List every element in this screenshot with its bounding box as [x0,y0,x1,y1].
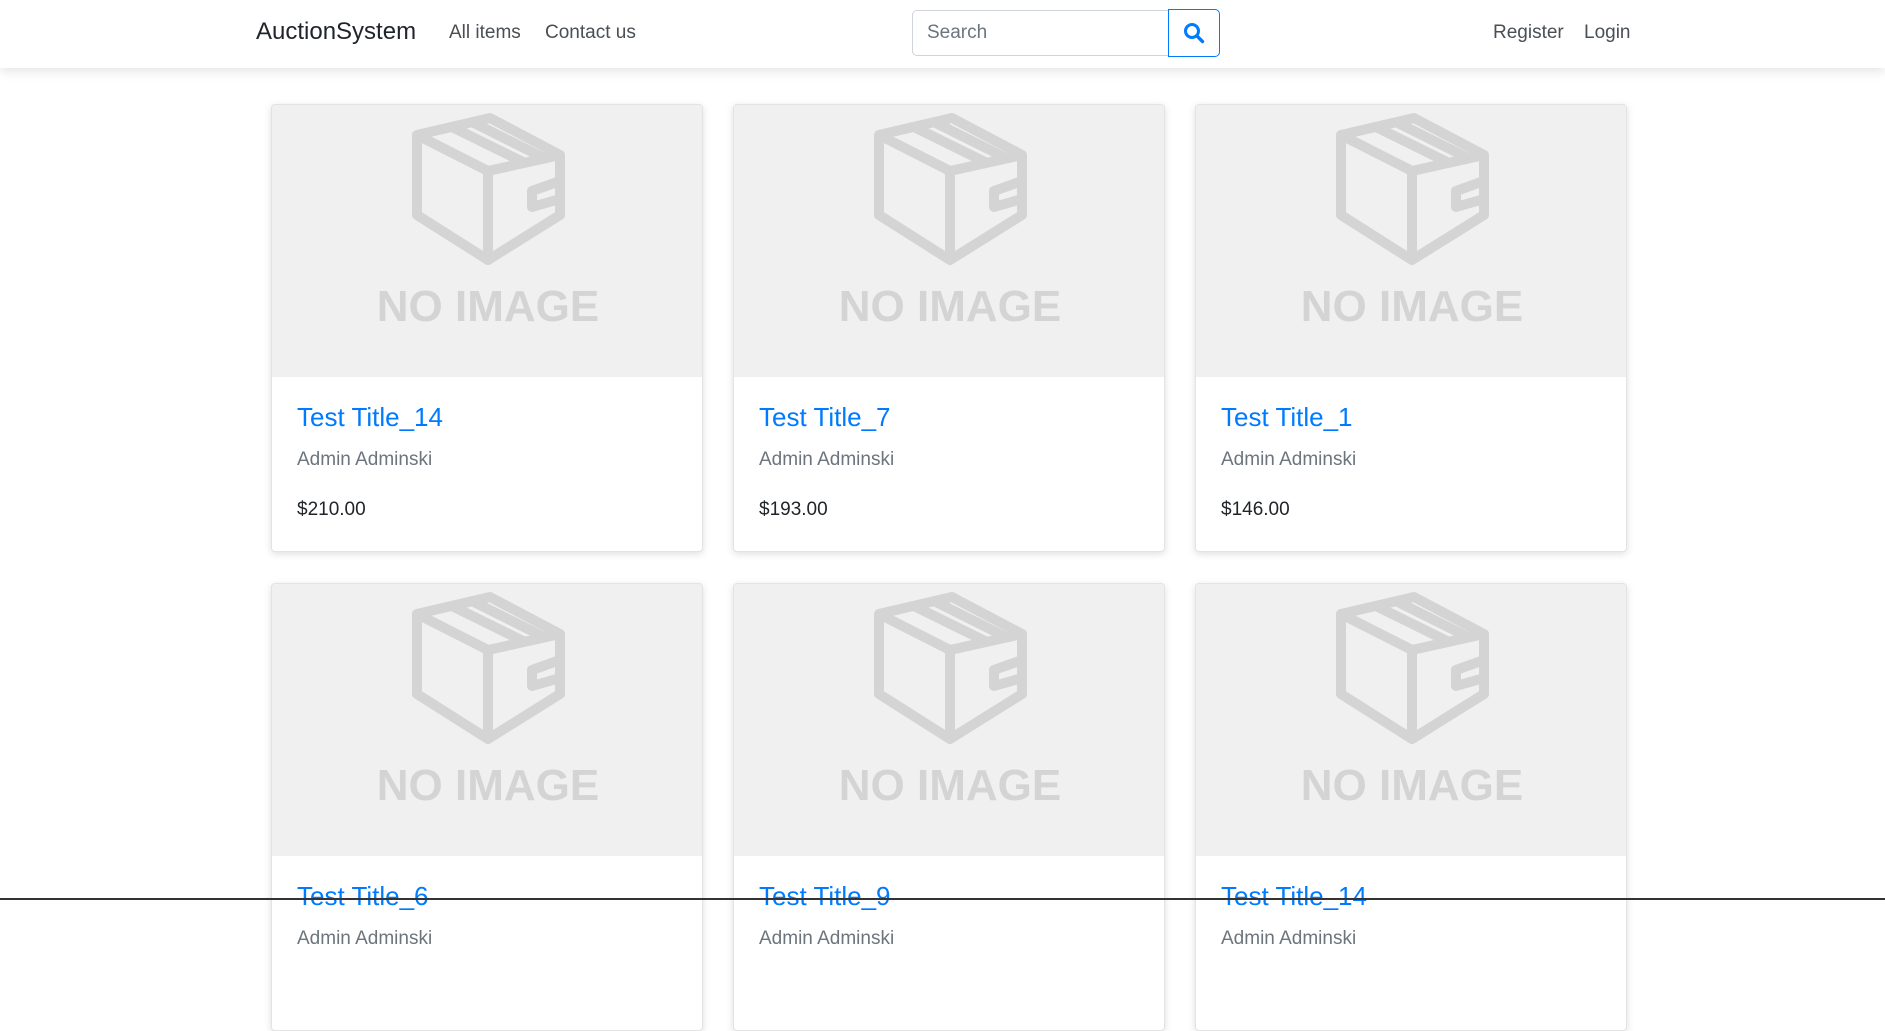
item-seller: Admin Adminski [759,449,895,470]
item-seller: Admin Adminski [1221,928,1357,949]
no-image-placeholder: NO IMAGE [1301,592,1523,810]
item-card[interactable]: NO IMAGE Test Title_1 Admin Adminski $14… [1195,104,1627,552]
item-image[interactable]: NO IMAGE [1196,584,1626,856]
item-image[interactable]: NO IMAGE [272,105,702,377]
item-seller: Admin Adminski [297,928,433,949]
item-seller: Admin Adminski [759,928,895,949]
item-image[interactable]: NO IMAGE [734,584,1164,856]
item-title-link[interactable]: Test Title_1 [1221,401,1601,433]
item-title-link[interactable]: Test Title_9 [759,880,1139,912]
item-image[interactable]: NO IMAGE [272,584,702,856]
box-icon [874,592,1027,744]
item-title-link[interactable]: Test Title_14 [297,401,677,433]
search-input[interactable] [912,10,1168,56]
no-image-label: NO IMAGE [1301,761,1523,810]
item-title-link[interactable]: Test Title_6 [297,880,677,912]
item-title-link[interactable]: Test Title_7 [759,401,1139,433]
no-image-label: NO IMAGE [839,282,1061,331]
no-image-placeholder: NO IMAGE [839,592,1061,810]
item-card[interactable]: NO IMAGE Test Title_14 Admin Adminski [1195,583,1627,1031]
no-image-placeholder: NO IMAGE [1301,113,1523,331]
item-price: $193.00 [759,499,828,520]
search-icon [1184,23,1205,44]
no-image-label: NO IMAGE [1301,282,1523,331]
no-image-label: NO IMAGE [839,761,1061,810]
item-card[interactable]: NO IMAGE Test Title_14 Admin Adminski $2… [271,104,703,552]
nav-login[interactable]: Login [1584,22,1631,44]
box-icon [1336,592,1489,744]
no-image-placeholder: NO IMAGE [839,113,1061,331]
item-card[interactable]: NO IMAGE Test Title_6 Admin Adminski [271,583,703,1031]
top-navbar: AuctionSystem All items Contact us Regis… [0,0,1885,68]
box-icon [874,113,1027,265]
item-image[interactable]: NO IMAGE [1196,105,1626,377]
no-image-placeholder: NO IMAGE [377,113,599,331]
item-image[interactable]: NO IMAGE [734,105,1164,377]
box-icon [1336,113,1489,265]
item-seller: Admin Adminski [297,449,433,470]
no-image-label: NO IMAGE [377,282,599,331]
item-card[interactable]: NO IMAGE Test Title_9 Admin Adminski [733,583,1165,1031]
nav-register[interactable]: Register [1493,22,1564,44]
box-icon [412,592,565,744]
box-icon [412,113,565,265]
item-price: $210.00 [297,499,366,520]
item-title-link[interactable]: Test Title_14 [1221,880,1601,912]
nav-all-items[interactable]: All items [449,22,521,44]
items-grid: NO IMAGE Test Title_14 Admin Adminski $2… [271,104,1627,1031]
search-button[interactable] [1168,9,1220,57]
item-card[interactable]: NO IMAGE Test Title_7 Admin Adminski $19… [733,104,1165,552]
item-price: $146.00 [1221,499,1290,520]
item-seller: Admin Adminski [1221,449,1357,470]
no-image-placeholder: NO IMAGE [377,592,599,810]
no-image-label: NO IMAGE [377,761,599,810]
nav-contact-us[interactable]: Contact us [545,22,636,44]
brand-logo[interactable]: AuctionSystem [256,18,416,46]
